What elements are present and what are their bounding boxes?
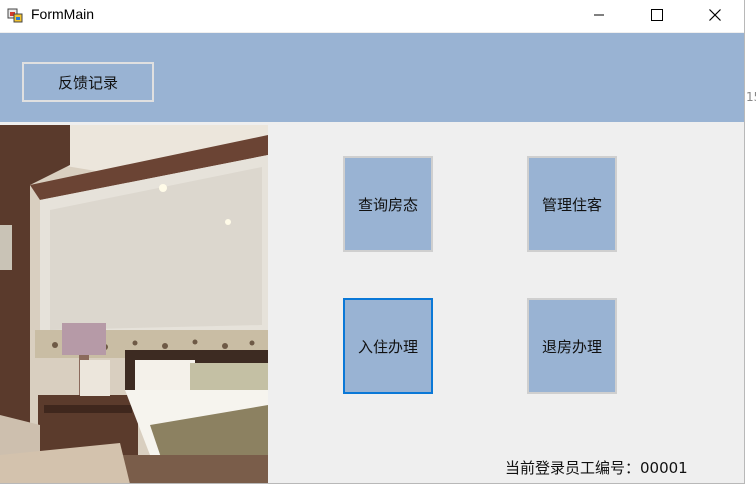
title-bar[interactable]: FormMain [0,0,744,32]
header-band: 反馈记录 [0,33,744,122]
maximize-button[interactable] [634,0,680,30]
query-room-status-button[interactable]: 查询房态 [343,156,433,252]
main-window: FormMain 反馈记录 查询房态 管理住客 入住办理 退房办理 当前登录员工… [0,0,745,484]
app-icon [7,8,23,23]
close-icon [709,9,721,21]
background-edge-text: 15 [746,90,756,104]
hotel-room-image [0,125,268,483]
maximize-icon [651,9,663,21]
manage-guests-button[interactable]: 管理住客 [527,156,617,252]
close-button[interactable] [692,0,738,30]
minimize-button[interactable] [576,0,622,30]
window-title: FormMain [31,6,95,22]
check-in-button[interactable]: 入住办理 [343,298,433,394]
employee-id-status: 当前登录员工编号：00001 [505,459,688,477]
feedback-record-button[interactable]: 反馈记录 [22,62,154,102]
check-out-button[interactable]: 退房办理 [527,298,617,394]
minimize-icon [594,14,604,16]
